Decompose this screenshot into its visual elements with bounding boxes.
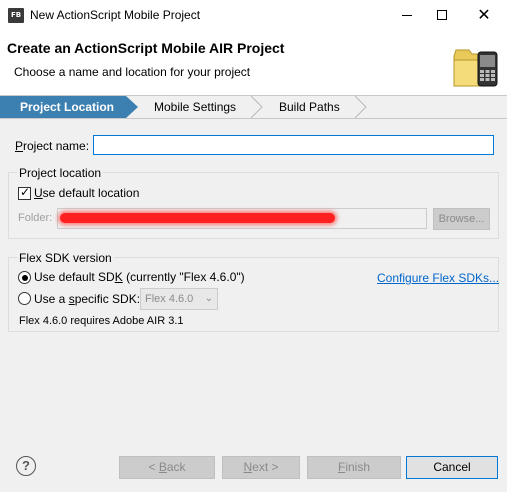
project-name-label: Project name: <box>15 139 90 153</box>
wizard-header: Create an ActionScript Mobile AIR Projec… <box>0 32 507 95</box>
use-default-location-label[interactable]: Use default location <box>34 186 139 200</box>
maximize-button[interactable] <box>419 0 465 30</box>
minimize-icon <box>402 15 412 16</box>
radio-selected-dot <box>21 274 28 281</box>
step-label: Mobile Settings <box>154 100 237 114</box>
sdk-requirement-note: Flex 4.6.0 requires Adobe AIR 3.1 <box>19 315 184 327</box>
use-specific-sdk-label[interactable]: Use a specific SDK: <box>34 292 140 306</box>
use-default-sdk-radio[interactable] <box>18 271 31 284</box>
chevron-down-icon: ⌄ <box>204 293 213 304</box>
maximize-icon <box>437 10 447 20</box>
step-separator-arrow <box>354 96 367 118</box>
cancel-button[interactable]: Cancel <box>406 456 498 479</box>
project-location-group-label: Project location <box>17 166 104 180</box>
browse-button[interactable]: Browse... <box>433 208 490 230</box>
step-mobile-settings[interactable]: Mobile Settings <box>154 96 236 118</box>
flash-builder-app-icon: FB <box>8 8 24 23</box>
step-label: Project Location <box>20 100 115 114</box>
title-bar: FB New ActionScript Mobile Project ✕ <box>0 0 507 32</box>
wizard-steps: Project Location Mobile Settings Build P… <box>0 95 507 119</box>
folder-phone-icon <box>453 49 498 87</box>
checkmark-icon: ✓ <box>20 185 31 199</box>
redacted-folder-path <box>60 213 335 223</box>
project-name-input[interactable] <box>93 135 494 155</box>
close-icon: ✕ <box>477 5 491 24</box>
back-button[interactable]: < Back <box>119 456 215 479</box>
step-separator-arrow <box>250 96 263 118</box>
configure-flex-sdks-link[interactable]: Configure Flex SDKs... <box>377 271 499 285</box>
use-default-location-checkbox[interactable]: ✓ <box>18 185 31 200</box>
folder-label: Folder: <box>18 212 53 224</box>
use-specific-sdk-radio[interactable] <box>18 292 31 305</box>
specific-sdk-select[interactable]: Flex 4.6.0 ⌄ <box>140 288 218 310</box>
use-default-sdk-label[interactable]: Use default SDK (currently "Flex 4.6.0") <box>34 270 245 284</box>
step-label: Build Paths <box>279 100 340 114</box>
window-title: New ActionScript Mobile Project <box>30 8 201 22</box>
step-project-location[interactable]: Project Location <box>0 96 138 118</box>
finish-button[interactable]: Finish <box>307 456 401 479</box>
help-icon[interactable]: ? <box>16 456 36 476</box>
close-button[interactable]: ✕ <box>461 0 507 30</box>
flex-sdk-group-label: Flex SDK version <box>17 251 114 265</box>
wizard-subtitle: Choose a name and location for your proj… <box>14 65 251 79</box>
wizard-title: Create an ActionScript Mobile AIR Projec… <box>7 40 285 56</box>
next-button[interactable]: Next > <box>222 456 300 479</box>
step-build-paths[interactable]: Build Paths <box>279 96 340 118</box>
